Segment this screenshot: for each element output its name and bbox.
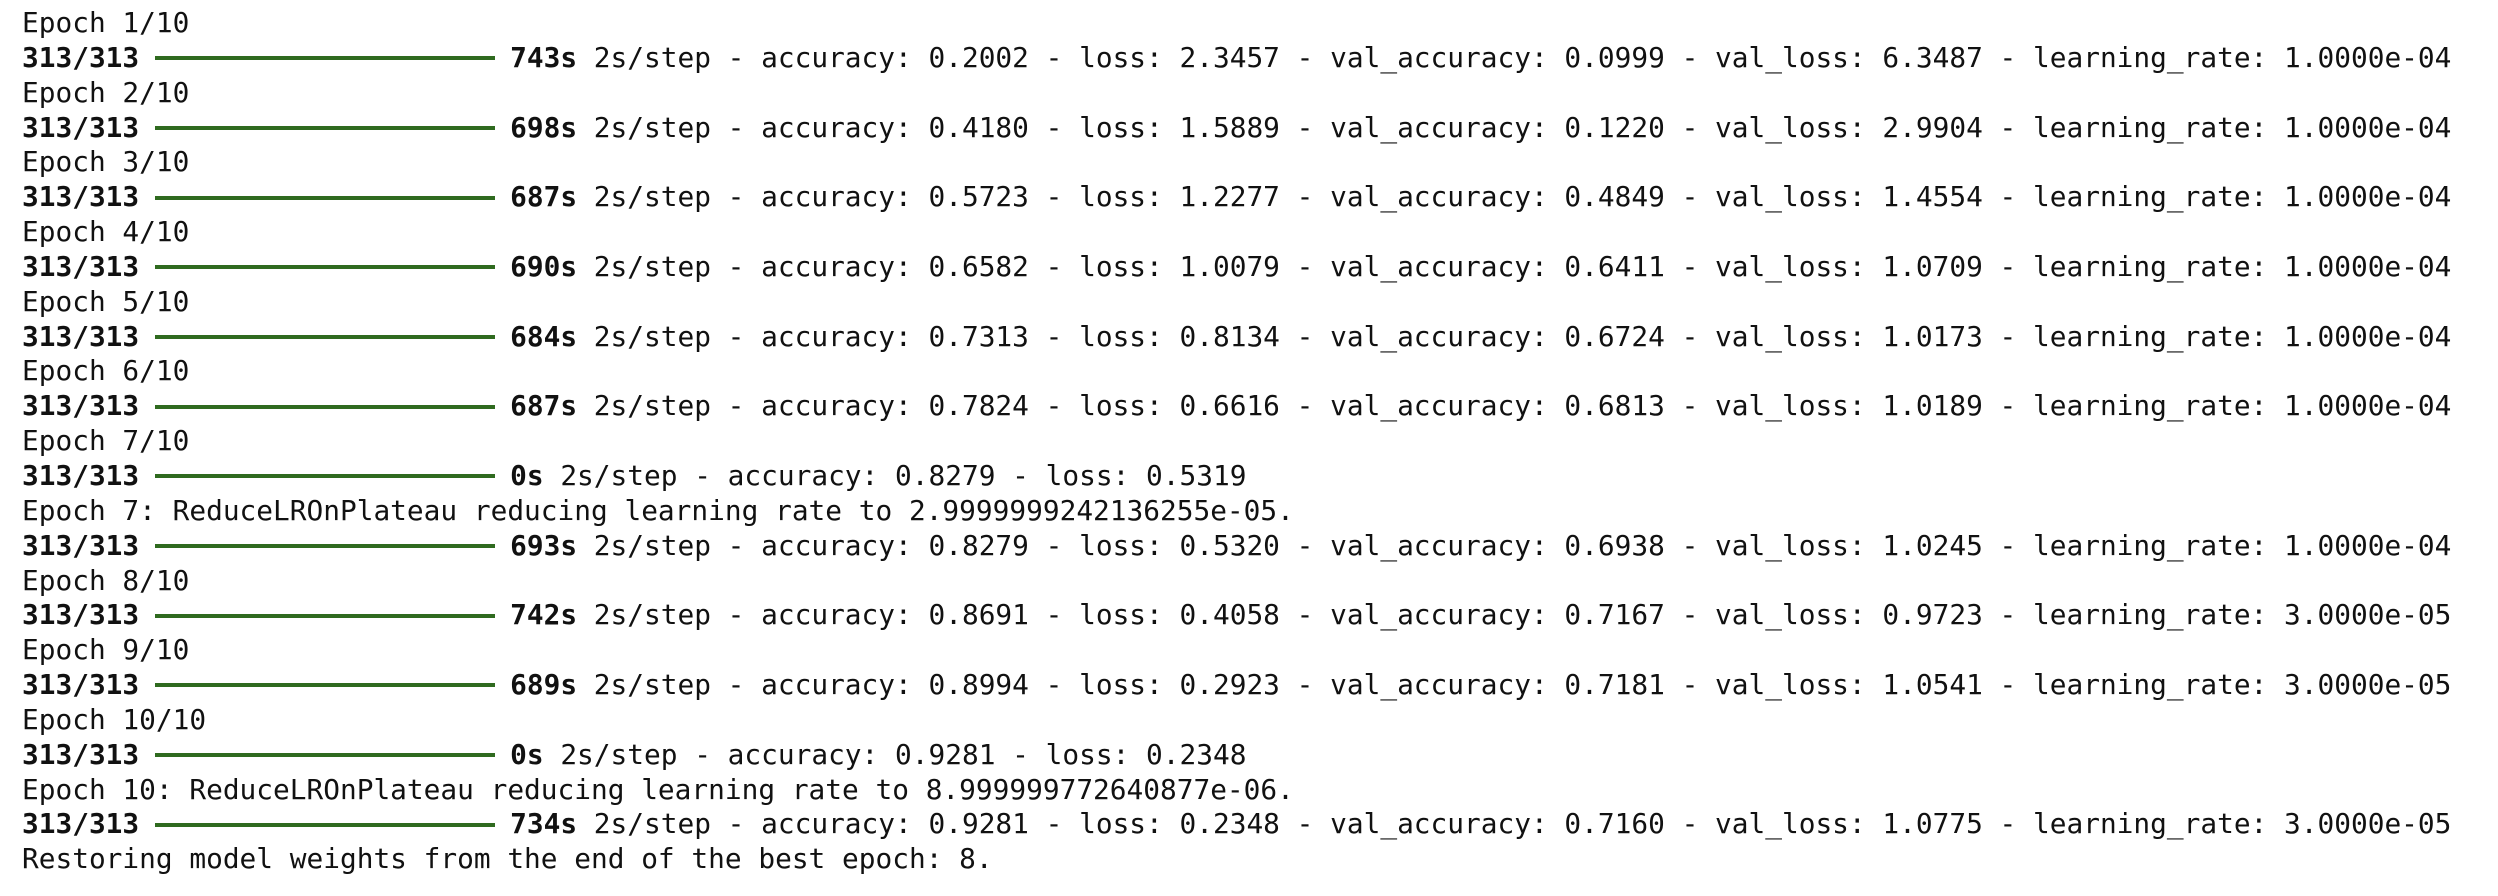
log-text-line: Epoch 10/10 — [22, 703, 2498, 738]
metrics-text: 2s/step - accuracy: 0.4180 - loss: 1.588… — [593, 110, 2452, 144]
metrics-text: 2s/step - accuracy: 0.6582 - loss: 1.007… — [593, 249, 2452, 283]
log-text-line: Epoch 3/10 — [22, 145, 2498, 180]
log-text: Epoch 6/10 — [22, 354, 190, 388]
log-text-line: Epoch 9/10 — [22, 633, 2498, 668]
log-text-line: Epoch 10: ReduceLROnPlateau reducing lea… — [22, 773, 2498, 808]
step-counter: 313/313 — [22, 807, 140, 841]
progress-bar — [155, 265, 496, 270]
epoch-duration: 689s — [510, 668, 578, 702]
progress-line: 313/313 743s 2s/step - accuracy: 0.2002 - … — [22, 41, 2498, 76]
step-counter: 313/313 — [22, 40, 140, 74]
progress-bar — [155, 683, 496, 688]
epoch-duration: 693s — [510, 528, 578, 562]
progress-bar — [155, 404, 496, 409]
log-text: Restoring model weights from the end of … — [22, 842, 993, 876]
progress-line: 313/313 684s 2s/step - accuracy: 0.7313 - … — [22, 320, 2498, 355]
progress-bar — [155, 56, 496, 61]
progress-bar — [155, 335, 496, 340]
metrics-text: 2s/step - accuracy: 0.9281 - loss: 0.234… — [593, 807, 2452, 841]
step-counter: 313/313 — [22, 249, 140, 283]
progress-bar — [155, 753, 496, 758]
epoch-duration: 743s — [510, 40, 578, 74]
progress-line: 313/313 0s 2s/step - accuracy: 0.9281 - lo… — [22, 738, 2498, 773]
step-counter: 313/313 — [22, 668, 140, 702]
progress-bar — [155, 822, 496, 827]
metrics-text: 2s/step - accuracy: 0.8279 - loss: 0.532… — [593, 528, 2452, 562]
epoch-duration: 684s — [510, 319, 578, 353]
step-counter: 313/313 — [22, 319, 140, 353]
epoch-duration: 690s — [510, 249, 578, 283]
metrics-text: 2s/step - accuracy: 0.5723 - loss: 1.227… — [593, 180, 2452, 214]
log-text-line: Epoch 8/10 — [22, 564, 2498, 599]
progress-bar — [155, 195, 496, 200]
log-text-line: Epoch 1/10 — [22, 6, 2498, 41]
log-text: Epoch 1/10 — [22, 6, 190, 39]
step-counter: 313/313 — [22, 180, 140, 214]
training-log-output: Epoch 1/10 313/313 743s 2s/step - accuracy:… — [0, 0, 2498, 877]
log-text: Epoch 9/10 — [22, 633, 190, 667]
epoch-duration: 687s — [510, 389, 578, 423]
metrics-text: 2s/step - accuracy: 0.8279 - loss: 0.531… — [560, 458, 1247, 492]
step-counter: 313/313 — [22, 389, 140, 423]
metrics-text: 2s/step - accuracy: 0.8994 - loss: 0.292… — [593, 668, 2452, 702]
metrics-text: 2s/step - accuracy: 0.8691 - loss: 0.405… — [593, 598, 2452, 632]
epoch-duration: 734s — [510, 807, 578, 841]
step-counter: 313/313 — [22, 737, 140, 771]
log-text-line: Epoch 2/10 — [22, 76, 2498, 111]
progress-line: 313/313 689s 2s/step - accuracy: 0.8994 - … — [22, 668, 2498, 703]
epoch-duration: 698s — [510, 110, 578, 144]
log-text: Epoch 4/10 — [22, 215, 190, 249]
progress-bar — [155, 544, 496, 549]
progress-bar — [155, 125, 496, 130]
progress-line: 313/313 687s 2s/step - accuracy: 0.7824 - … — [22, 389, 2498, 424]
log-text-line: Epoch 4/10 — [22, 215, 2498, 250]
log-text: Epoch 3/10 — [22, 145, 190, 179]
progress-line: 313/313 734s 2s/step - accuracy: 0.9281 - … — [22, 807, 2498, 842]
epoch-duration: 742s — [510, 598, 578, 632]
progress-line: 313/313 693s 2s/step - accuracy: 0.8279 - … — [22, 529, 2498, 564]
log-text-line: Epoch 5/10 — [22, 285, 2498, 320]
log-text-line: Epoch 6/10 — [22, 354, 2498, 389]
progress-line: 313/313 742s 2s/step - accuracy: 0.8691 - … — [22, 598, 2498, 633]
log-text: Epoch 10/10 — [22, 702, 207, 736]
progress-line: 313/313 687s 2s/step - accuracy: 0.5723 - … — [22, 180, 2498, 215]
epoch-duration: 0s — [510, 737, 544, 771]
log-text: Epoch 7: ReduceLROnPlateau reducing lear… — [22, 493, 1294, 527]
step-counter: 313/313 — [22, 598, 140, 632]
progress-line: 313/313 698s 2s/step - accuracy: 0.4180 - … — [22, 111, 2498, 146]
progress-bar — [155, 613, 496, 618]
progress-line: 313/313 690s 2s/step - accuracy: 0.6582 - … — [22, 250, 2498, 285]
step-counter: 313/313 — [22, 458, 140, 492]
metrics-text: 2s/step - accuracy: 0.2002 - loss: 2.345… — [593, 40, 2452, 74]
log-text: Epoch 2/10 — [22, 75, 190, 109]
log-text-line: Restoring model weights from the end of … — [22, 842, 2498, 877]
metrics-text: 2s/step - accuracy: 0.7313 - loss: 0.813… — [593, 319, 2452, 353]
metrics-text: 2s/step - accuracy: 0.9281 - loss: 0.234… — [560, 737, 1247, 771]
log-text: Epoch 7/10 — [22, 424, 190, 458]
metrics-text: 2s/step - accuracy: 0.7824 - loss: 0.661… — [593, 389, 2452, 423]
log-text-line: Epoch 7/10 — [22, 424, 2498, 459]
epoch-duration: 0s — [510, 458, 544, 492]
progress-line: 313/313 0s 2s/step - accuracy: 0.8279 - lo… — [22, 459, 2498, 494]
step-counter: 313/313 — [22, 110, 140, 144]
step-counter: 313/313 — [22, 528, 140, 562]
log-text-line: Epoch 7: ReduceLROnPlateau reducing lear… — [22, 494, 2498, 529]
log-text: Epoch 5/10 — [22, 284, 190, 318]
progress-bar — [155, 474, 496, 479]
log-text: Epoch 8/10 — [22, 563, 190, 597]
epoch-duration: 687s — [510, 180, 578, 214]
log-text: Epoch 10: ReduceLROnPlateau reducing lea… — [22, 772, 1294, 806]
